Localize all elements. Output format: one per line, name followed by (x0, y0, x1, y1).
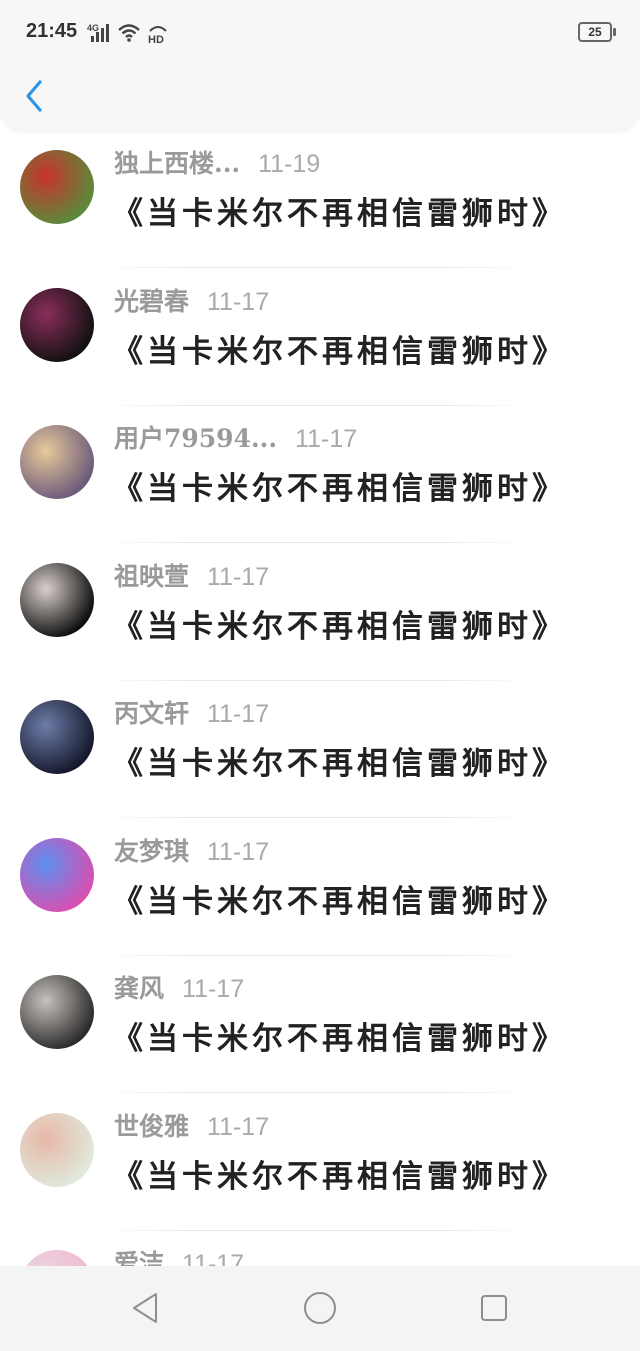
chevron-left-icon (26, 80, 42, 112)
user-name[interactable]: 丙文轩 (114, 699, 189, 728)
comment-date: 11-17 (207, 562, 270, 591)
comment-text: 《当卡米尔不再相信雷狮时》 (112, 333, 567, 370)
user-name[interactable]: 龚风 (114, 974, 164, 1003)
nav-back-button[interactable] (124, 1286, 168, 1330)
screen: 21:45 4G HD 25 独上西楼... 11-19 《当卡米尔不再相信雷狮… (0, 0, 640, 1351)
comment-header: 祖映萱 11-17 (114, 557, 269, 593)
comment-header: 光碧春 11-17 (114, 282, 269, 318)
row-divider (100, 542, 530, 543)
comment-date: 11-17 (207, 1112, 270, 1141)
comment-header: 爱洁 11-17 (114, 1244, 244, 1266)
avatar[interactable] (20, 700, 94, 774)
comment-date: 11-17 (295, 425, 358, 453)
row-divider (100, 404, 530, 406)
row-divider (100, 679, 530, 681)
comment-row[interactable]: 龚风 11-17 《当卡米尔不再相信雷狮时》 (0, 967, 640, 1105)
avatar[interactable] (20, 287, 94, 362)
avatar[interactable] (20, 975, 94, 1049)
user-name[interactable]: 友梦琪 (114, 837, 189, 866)
comment-row[interactable]: 友梦琪 11-17 《当卡米尔不再相信雷狮时》 (0, 830, 640, 968)
status-time: 21:45 (26, 20, 78, 42)
signal-icon: 4G (87, 23, 109, 42)
avatar[interactable] (20, 150, 94, 224)
status-bar: 21:45 4G HD 25 (0, 0, 640, 64)
row-divider (100, 954, 530, 956)
triangle-back-icon (133, 1293, 157, 1323)
comment-list[interactable]: 独上西楼... 11-19 《当卡米尔不再相信雷狮时》 光碧春 11-17 《当卡米尔不再… (0, 130, 640, 1266)
comment-row[interactable]: 世俊雅 11-17 《当卡米尔不再相信雷狮时》 (0, 1105, 640, 1243)
comment-row[interactable]: 丙文轩 11-17 《当卡米尔不再相信雷狮时》 (0, 692, 640, 830)
comment-date: 11-17 (182, 1250, 245, 1266)
user-name[interactable]: 祖映萱 (114, 562, 189, 591)
comment-text: 《当卡米尔不再相信雷狮时》 (112, 1021, 567, 1057)
battery-icon: 25 (578, 22, 616, 42)
circle-home-icon (304, 1292, 336, 1324)
nav-home-button[interactable] (298, 1286, 342, 1330)
comment-row[interactable]: 光碧春 11-17 《当卡米尔不再相信雷狮时》 (0, 280, 640, 418)
comment-header: 友梦琪 11-17 (114, 832, 269, 868)
user-name[interactable]: 世俊雅 (114, 1112, 189, 1141)
comment-row[interactable]: 爱洁11-17《当卡米尔不再相信雷狮时》 (0, 1242, 640, 1266)
nav-recents-button[interactable] (472, 1286, 516, 1330)
comment-header: 用户79594... 11-17 (114, 419, 357, 455)
comment-date: 11-17 (207, 700, 270, 728)
comment-header: 龚风 11-17 (114, 969, 244, 1005)
back-button[interactable] (18, 74, 54, 118)
user-name[interactable]: 爱洁 (114, 1249, 164, 1266)
system-nav-bar (0, 1266, 640, 1351)
avatar[interactable] (20, 837, 94, 912)
comment-date: 11-19 (258, 150, 321, 178)
user-name[interactable]: 独上西楼... (114, 149, 240, 178)
comment-text: 《当卡米尔不再相信雷狮时》 (112, 1158, 567, 1195)
comment-text: 《当卡米尔不再相信雷狮时》 (112, 196, 567, 232)
user-name[interactable]: 用户79594... (114, 424, 277, 453)
comment-text: 《当卡米尔不再相信雷狮时》 (112, 883, 567, 920)
comment-text: 《当卡米尔不再相信雷狮时》 (112, 608, 567, 645)
comment-header: 独上西楼... 11-19 (114, 144, 320, 180)
user-name[interactable]: 光碧春 (114, 287, 189, 316)
comment-row[interactable]: 独上西楼... 11-19 《当卡米尔不再相信雷狮时》 (0, 142, 640, 280)
row-divider (100, 1092, 530, 1093)
comment-row[interactable]: 用户79594... 11-17 《当卡米尔不再相信雷狮时》 (0, 417, 640, 555)
row-divider (100, 267, 530, 268)
comment-text: 《当卡米尔不再相信雷狮时》 (112, 471, 567, 507)
square-recents-icon (481, 1295, 507, 1321)
avatar[interactable] (20, 1250, 94, 1266)
comment-date: 11-17 (182, 975, 245, 1003)
comment-date: 11-17 (207, 837, 270, 866)
comment-date: 11-17 (207, 287, 270, 316)
avatar[interactable] (20, 1112, 94, 1187)
status-icons: 4G HD (87, 21, 169, 45)
hd-icon: HD (148, 26, 167, 44)
avatar[interactable] (20, 425, 94, 499)
comment-header: 丙文轩 11-17 (114, 694, 269, 730)
row-divider (100, 1229, 530, 1231)
row-divider (100, 817, 530, 818)
hd-label: HD (148, 34, 164, 44)
header: 21:45 4G HD 25 (0, 0, 640, 130)
comment-row[interactable]: 祖映萱 11-17 《当卡米尔不再相信雷狮时》 (0, 555, 640, 693)
avatar[interactable] (20, 562, 94, 637)
comment-header: 世俊雅 11-17 (114, 1107, 269, 1143)
network-type-label: 4G (87, 23, 99, 33)
wifi-icon (118, 24, 140, 42)
comment-text: 《当卡米尔不再相信雷狮时》 (112, 746, 567, 782)
